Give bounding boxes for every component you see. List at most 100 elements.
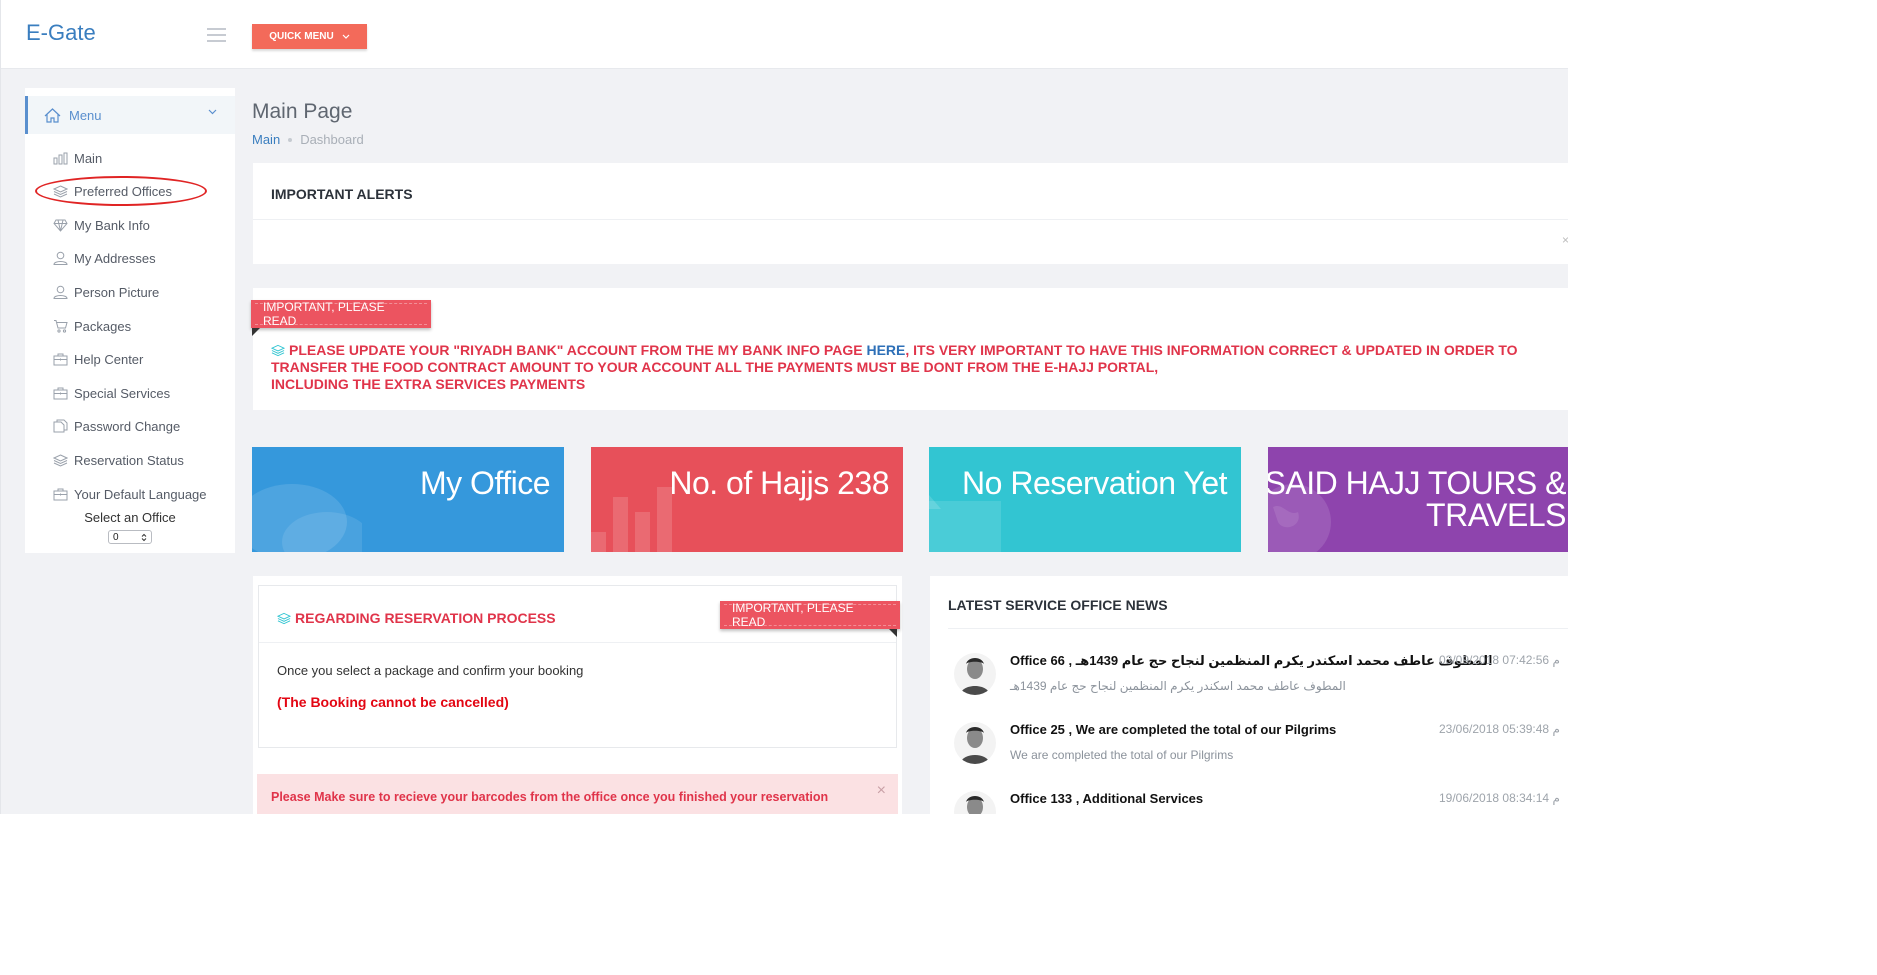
my-office-tile[interactable]: My Office xyxy=(252,447,564,552)
reservation-warning: (The Booking cannot be cancelled) xyxy=(277,694,509,710)
sidebar-item-main[interactable]: Main xyxy=(53,146,102,170)
chevron-down-icon xyxy=(342,34,350,39)
news-headline[interactable]: Office 25 , We are completed the total o… xyxy=(1010,722,1336,737)
egate-dashboard: E-Gate QUICK MENU Menu Main Preferred Of… xyxy=(0,0,1568,814)
tile-label: No. of Hajjs 238 xyxy=(669,465,889,501)
ribbon-label: IMPORTANT, PLEASE READ xyxy=(263,300,385,328)
important-alerts-panel: IMPORTANT ALERTS × xyxy=(253,163,1568,264)
news-item: Office 133 , Additional Services 19/06/2… xyxy=(954,791,1568,814)
breadcrumb-separator xyxy=(288,137,293,142)
briefcase-icon xyxy=(53,387,68,399)
hamburger-menu-icon[interactable] xyxy=(207,28,226,42)
news-date: 23/06/2018 05:39:48 م xyxy=(1439,722,1560,736)
layers-icon xyxy=(53,453,68,467)
sidebar-item-label: Help Center xyxy=(74,351,144,367)
sidebar-item-label: Person Picture xyxy=(74,284,160,300)
person-avatar-icon xyxy=(966,796,984,814)
layers-icon xyxy=(271,344,285,357)
quick-menu-button[interactable]: QUICK MENU xyxy=(252,24,367,49)
news-headline[interactable]: Office 133 , Additional Services xyxy=(1010,791,1203,806)
news-headline[interactable]: Office 66 , المطوف عاطف محمد اسكندر يكرم… xyxy=(1010,653,1492,669)
news-date: 19/06/2018 08:34:14 م xyxy=(1439,791,1560,805)
news-item: Office 66 , المطوف عاطف محمد اسكندر يكرم… xyxy=(954,653,1568,713)
diamond-icon xyxy=(53,219,68,232)
bank-notice-panel: IMPORTANT, PLEASE READ PLEASE UPDATE YOU… xyxy=(251,288,1568,410)
tile-label-line2: TRAVELS xyxy=(1426,497,1566,533)
tile-label: No Reservation Yet xyxy=(962,465,1227,501)
sidebar-item-label: My Bank Info xyxy=(74,217,150,233)
divider xyxy=(259,642,896,643)
sidebar-item-label: Main xyxy=(74,150,103,166)
breadcrumb-current: Dashboard xyxy=(300,132,364,147)
docs-icon xyxy=(53,419,68,433)
bank-notice-text-line3: INCLUDING THE EXTRA SERVICES PAYMENTS xyxy=(271,376,586,392)
cart-icon xyxy=(54,320,68,333)
sidebar-item-label: Special Services xyxy=(74,385,171,401)
bank-info-link[interactable]: HERE xyxy=(866,342,905,358)
highlight-circle-annotation xyxy=(35,176,207,206)
tile-label-line1: SAID HAJJ TOURS & xyxy=(1268,465,1566,501)
important-ribbon: IMPORTANT, PLEASE READ xyxy=(251,300,431,328)
sidebar-item-packages[interactable]: Packages xyxy=(53,314,131,338)
office-name-tile[interactable]: SAID HAJJ TOURS & TRAVELS xyxy=(1268,447,1568,552)
divider xyxy=(253,219,1568,220)
breadcrumb-main-link[interactable]: Main xyxy=(252,132,280,147)
person-avatar-icon xyxy=(960,727,990,764)
reservation-card: REGARDING RESERVATION PROCESS IMPORTANT,… xyxy=(258,585,900,748)
reservation-tile[interactable]: No Reservation Yet xyxy=(929,447,1241,552)
ribbon-tail xyxy=(252,328,260,336)
hajjs-count-tile[interactable]: No. of Hajjs 238 xyxy=(591,447,903,552)
bank-notice-text: PLEASE UPDATE YOUR "RIYADH BANK" ACCOUNT… xyxy=(289,342,867,358)
sidebar-item-label: Password Change xyxy=(74,418,181,434)
breadcrumb: Main Dashboard xyxy=(252,132,364,147)
important-ribbon: IMPORTANT, PLEASE READ xyxy=(720,601,900,629)
app-logo[interactable]: E-Gate xyxy=(26,20,96,46)
office-number-stepper[interactable]: 0 xyxy=(108,530,152,544)
user-icon xyxy=(53,285,68,299)
sidebar-item-person-picture[interactable]: Person Picture xyxy=(53,280,159,304)
select-office-label: Select an Office xyxy=(84,510,176,525)
reservation-instruction: Once you select a package and confirm yo… xyxy=(277,663,584,678)
briefcase-icon xyxy=(53,488,68,500)
news-date: 03/09/2018 07:42:56 م xyxy=(1439,653,1560,667)
sidebar-item-label: My Addresses xyxy=(74,250,156,266)
sidebar-item-my-bank-info[interactable]: My Bank Info xyxy=(53,213,150,237)
person-avatar-icon xyxy=(960,658,990,695)
user-icon xyxy=(53,251,68,265)
stepper-arrows-icon[interactable] xyxy=(141,533,147,542)
cart-icon xyxy=(929,495,1001,552)
sidebar-item-default-language[interactable]: Your Default Language xyxy=(53,482,207,506)
news-summary: المطوف عاطف محمد اسكندر يكرم المنظمين لن… xyxy=(1010,679,1346,693)
sidebar-item-label: Your Default Language xyxy=(74,486,207,502)
avatar[interactable] xyxy=(954,722,996,764)
ribbon-label: IMPORTANT, PLEASE READ xyxy=(732,601,854,629)
layers-icon xyxy=(277,612,291,624)
sidebar-item-reservation-status[interactable]: Reservation Status xyxy=(53,448,184,472)
sidebar-item-label: Reservation Status xyxy=(74,452,184,468)
bank-notice-message: PLEASE UPDATE YOUR "RIYADH BANK" ACCOUNT… xyxy=(271,342,1561,393)
sidebar-item-special-services[interactable]: Special Services xyxy=(53,381,170,405)
top-header: E-Gate QUICK MENU xyxy=(1,0,1568,69)
avatar[interactable] xyxy=(954,653,996,695)
news-title: LATEST SERVICE OFFICE NEWS xyxy=(948,597,1168,613)
news-item: Office 25 , We are completed the total o… xyxy=(954,722,1568,782)
sidebar-item-my-addresses[interactable]: My Addresses xyxy=(53,246,156,270)
bar-chart-icon xyxy=(53,152,68,164)
sidebar-item-password-change[interactable]: Password Change xyxy=(53,414,180,438)
stepper-value: 0 xyxy=(113,531,119,543)
alerts-close-button[interactable]: × xyxy=(1562,233,1568,247)
close-icon[interactable]: × xyxy=(877,782,886,800)
sidebar-item-label: Packages xyxy=(74,318,132,334)
chevron-down-icon xyxy=(208,109,217,115)
ribbon-tail xyxy=(889,629,897,637)
sidebar-menu-header[interactable]: Menu xyxy=(25,96,235,134)
alerts-title: IMPORTANT ALERTS xyxy=(271,186,413,202)
sidebar-item-help-center[interactable]: Help Center xyxy=(53,347,143,371)
sidebar-menu-label: Menu xyxy=(69,107,102,123)
reservation-title: REGARDING RESERVATION PROCESS xyxy=(277,610,556,626)
sidebar: Menu Main Preferred Offices My Bank Info… xyxy=(25,88,235,553)
barcode-alert-text: Please Make sure to recieve your barcode… xyxy=(271,790,829,804)
tile-label: My Office xyxy=(419,465,551,501)
reservation-title-text: REGARDING RESERVATION PROCESS xyxy=(295,610,556,626)
avatar[interactable] xyxy=(954,791,996,814)
